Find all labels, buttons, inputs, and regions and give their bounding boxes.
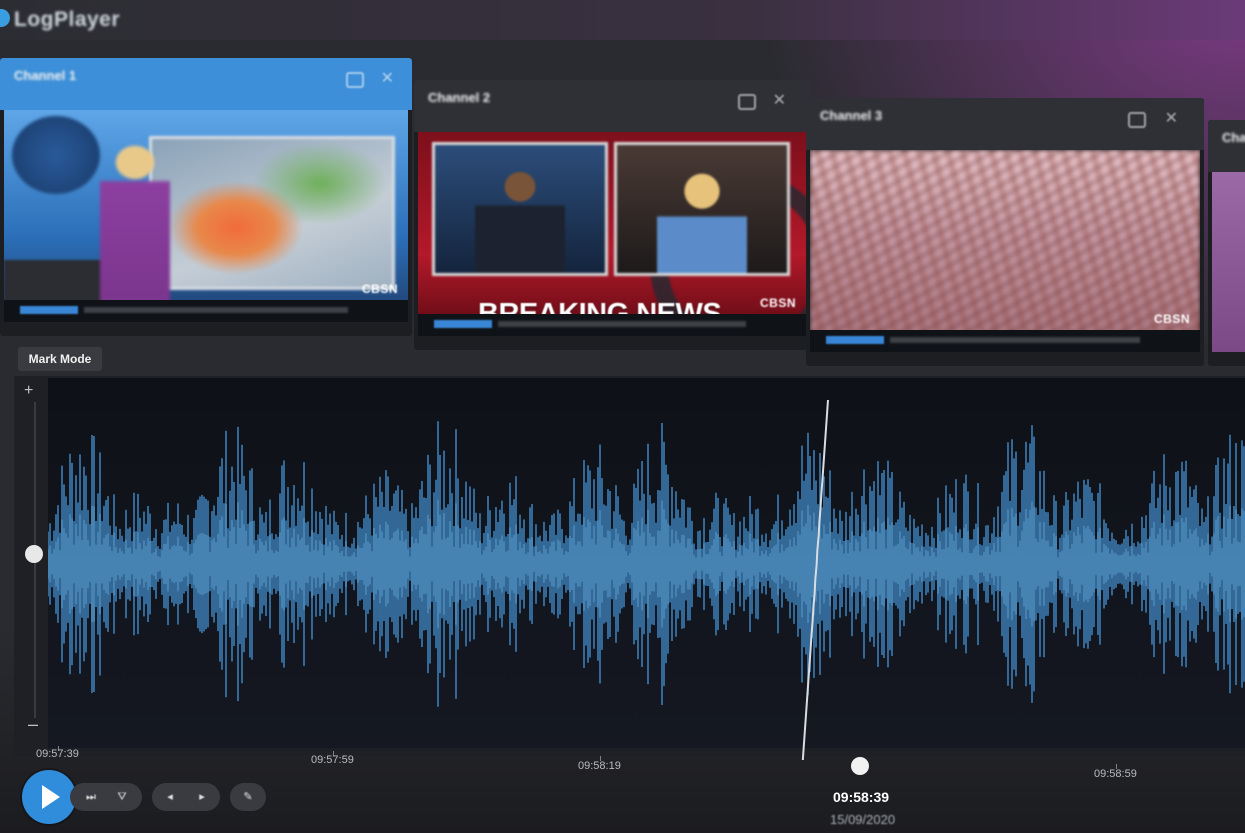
logplayer-logo-icon (0, 9, 10, 27)
channel-name: Channel 1 (14, 68, 77, 83)
network-logo: CBSN (759, 296, 796, 310)
aerial-footage (810, 150, 1200, 352)
ticker-text (498, 321, 746, 327)
audio-waveform[interactable] (48, 378, 1245, 748)
lock-icon[interactable] (346, 72, 364, 88)
channel-tile-1[interactable]: Channel 1 ✕ CBSN (0, 58, 412, 336)
channel-header: Channel 2 ✕ (414, 80, 810, 132)
zoom-out-button[interactable]: – (28, 714, 38, 735)
ticker-text (84, 307, 348, 313)
skip-forward-icon[interactable]: ⏭ (80, 783, 102, 811)
presenter (100, 142, 170, 312)
ticker-text (890, 337, 1140, 343)
time-tick: 09:57:59 (311, 754, 354, 766)
clip-icon[interactable]: ✎ (236, 783, 260, 811)
waveform-graphic (48, 421, 1245, 707)
channel-tile-4[interactable]: Channel (1208, 120, 1245, 366)
antenna-icon[interactable]: ⛛ (110, 783, 134, 811)
channel-name: Channel (1222, 130, 1245, 145)
previous-mark-icon[interactable]: ◂ (158, 783, 182, 811)
time-tick: 09:58:59 (1094, 768, 1137, 780)
lower-third-ticker (810, 330, 1200, 352)
anchor-female (657, 167, 747, 273)
channel-tile-2[interactable]: Channel 2 ✕ BREAKING NEWS CBSN (414, 80, 810, 350)
anchor-box-left (432, 142, 608, 276)
weather-center-logo (12, 116, 100, 194)
app-title: LogPlayer (14, 8, 121, 31)
current-time: 09:58:39 (833, 789, 890, 805)
zoom-slider-handle[interactable] (25, 545, 43, 563)
lower-third-ticker (418, 314, 806, 336)
channel-name: Channel 2 (428, 90, 491, 105)
play-icon (42, 785, 60, 809)
play-button[interactable] (22, 770, 76, 824)
time-tick: 09:57:39 (36, 748, 79, 760)
lock-icon[interactable] (1128, 112, 1146, 128)
title-bar: LogPlayer (0, 0, 1245, 40)
network-logo: CBSN (1153, 312, 1190, 326)
ticker-tag (826, 336, 884, 344)
channel-name: Channel 3 (820, 108, 883, 123)
zoom-in-button[interactable]: + (24, 382, 33, 400)
anchor-male (475, 167, 565, 273)
playhead-handle[interactable] (851, 757, 869, 775)
close-icon[interactable]: ✕ (773, 90, 786, 110)
ticker-tag (434, 320, 492, 328)
current-date: 15/09/2020 (830, 812, 896, 827)
lower-third-ticker (4, 300, 408, 322)
channel-header: Channel 1 ✕ (0, 58, 412, 110)
close-icon[interactable]: ✕ (381, 68, 394, 88)
channel-strip: Channel 1 ✕ CBSN Channel 2 ✕ CBSN Channe… (0, 58, 1245, 366)
channel-tile-3[interactable]: Channel 3 ✕ CBSN (806, 98, 1204, 366)
time-tick: 09:58:19 (578, 760, 621, 772)
channel-video[interactable]: BREAKING NEWS CBSN (418, 132, 806, 336)
ticker-tag (20, 306, 78, 314)
network-logo: CBSN (361, 282, 398, 296)
next-mark-icon[interactable]: ▸ (190, 783, 214, 811)
channel-video[interactable]: CBSN (4, 110, 408, 322)
channel-header: Channel 3 ✕ (806, 98, 1204, 150)
close-icon[interactable]: ✕ (1165, 108, 1178, 128)
lock-icon[interactable] (738, 94, 756, 110)
weather-map (149, 136, 395, 290)
channel-header: Channel (1208, 120, 1245, 172)
anchor-box-right (614, 142, 790, 276)
mark-mode-button[interactable]: Mark Mode (18, 347, 102, 371)
channel-video[interactable]: CBSN (810, 150, 1200, 352)
channel-video[interactable] (1212, 172, 1245, 352)
